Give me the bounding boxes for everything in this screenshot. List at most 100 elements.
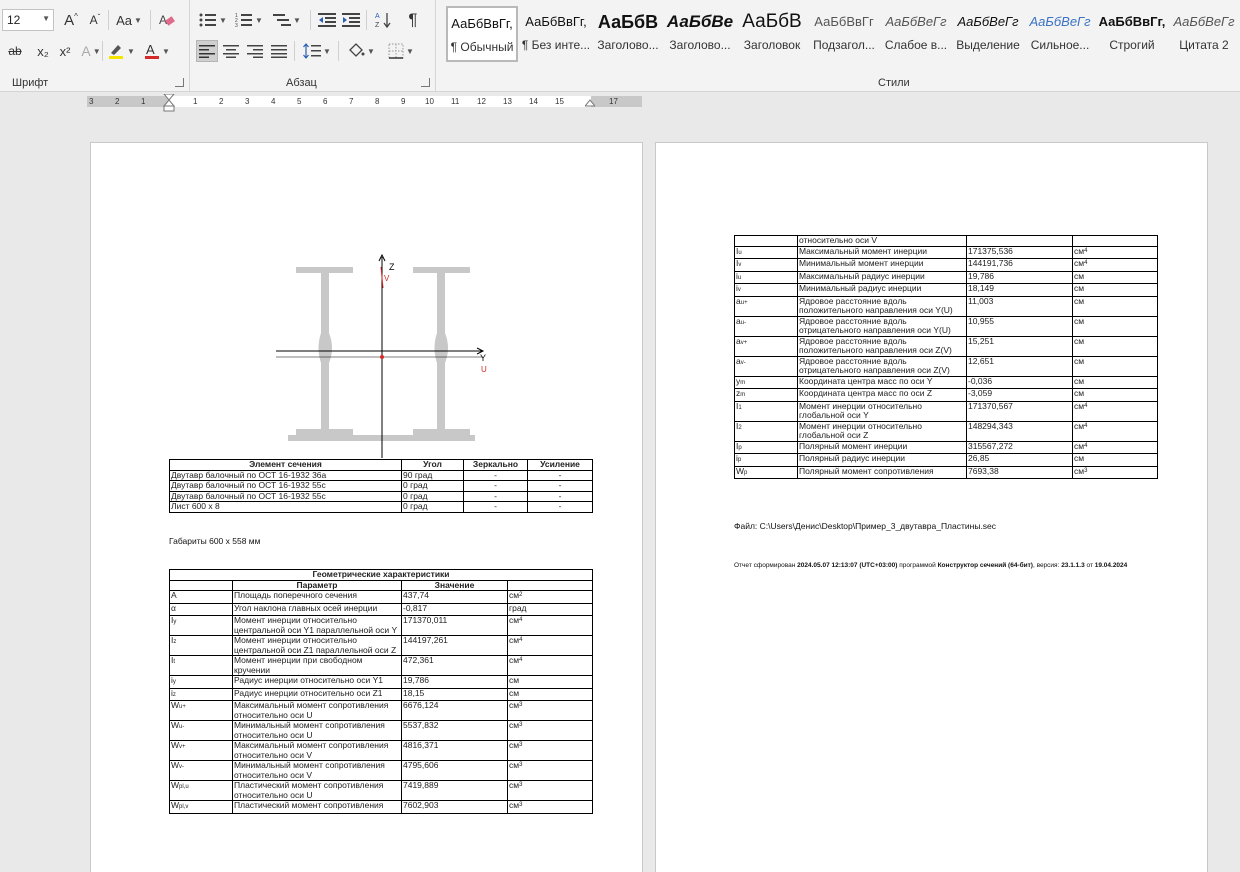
change-case-button[interactable]: Aa ▼ bbox=[114, 9, 144, 31]
style-normal[interactable]: АаБбВвГг, ¶ Обычный bbox=[446, 6, 518, 62]
borders-button[interactable]: ▼ bbox=[384, 40, 418, 62]
align-left-button[interactable] bbox=[196, 40, 218, 62]
table-row: Iu Максимальный момент инерции 171375,536 с… bbox=[734, 245, 1158, 259]
symbol-subscript: pl,u bbox=[179, 784, 189, 790]
style-preview: АаБбВеГг bbox=[1173, 14, 1235, 29]
style-subtitle[interactable]: АаБбВвГг Подзагол... bbox=[808, 6, 880, 62]
ruler-number: 15 bbox=[555, 97, 564, 106]
table-cell: - bbox=[463, 480, 528, 492]
table-cell: Двутавр балочный по ОСТ 16-1932 36а bbox=[169, 469, 402, 481]
svg-text:3: 3 bbox=[235, 23, 238, 28]
numbering-button[interactable]: 1 2 3 ▼ bbox=[232, 9, 266, 31]
multilevel-list-button[interactable]: ▼ bbox=[270, 9, 304, 31]
style-no-spacing[interactable]: АаБбВвГг, ¶ Без инте... bbox=[520, 6, 592, 62]
style-name: Строгий bbox=[1109, 38, 1155, 52]
unit-text: см bbox=[509, 688, 520, 698]
value-cell: 7419,889 bbox=[401, 780, 508, 801]
unit-cell: см bbox=[1072, 355, 1158, 377]
unit-power: 4 bbox=[1084, 402, 1088, 409]
styles-group-label: Стили bbox=[878, 77, 910, 89]
align-right-button[interactable] bbox=[244, 40, 266, 62]
symbol-subscript: u+ bbox=[740, 299, 748, 306]
style-name: Подзагол... bbox=[813, 38, 875, 52]
bullets-button[interactable]: ▼ bbox=[196, 9, 230, 31]
highlight-color-button[interactable]: ▼ bbox=[106, 40, 136, 62]
sort-button[interactable]: AZ bbox=[372, 9, 394, 31]
font-dialog-launcher[interactable] bbox=[175, 78, 184, 87]
symbol-subscript: v- bbox=[179, 764, 185, 770]
style-intense-emphasis[interactable]: АаБбВеГг Сильное... bbox=[1024, 6, 1096, 62]
increase-indent-button[interactable] bbox=[340, 9, 362, 31]
unit-cell: см4 bbox=[507, 615, 593, 636]
symbol-subscript: y bbox=[172, 679, 176, 685]
font-color-button[interactable]: A ▼ bbox=[142, 40, 172, 62]
value-cell: 7602,903 bbox=[401, 800, 508, 814]
align-center-button[interactable] bbox=[220, 40, 242, 62]
justify-button[interactable] bbox=[268, 40, 290, 62]
symbol-cell: Wpl,v bbox=[169, 800, 233, 814]
table-row: av- Ядровое расстояние вдоль отрицательно… bbox=[734, 355, 1158, 377]
parameter-cell: Минимальный момент сопротивления относит… bbox=[232, 760, 402, 781]
table-cell: - bbox=[463, 469, 528, 481]
ruler-number: 6 bbox=[323, 97, 328, 106]
unit-cell: см bbox=[1072, 283, 1158, 297]
table-row: zm Координата центра масс по оси Z -3,059 с… bbox=[734, 388, 1158, 402]
parameter-cell: Минимальный момент сопротивления относит… bbox=[232, 720, 402, 741]
style-strong[interactable]: АаБбВвГг, Строгий bbox=[1096, 6, 1168, 62]
report-program: Конструктор сечений (64-бит) bbox=[937, 562, 1033, 569]
file-path-text: Файл: C:\Users\Денис\Desktop\Пример_3_дв… bbox=[734, 521, 997, 531]
superscript-button[interactable]: x² bbox=[56, 40, 74, 62]
style-subtle-emphasis[interactable]: АаБбВеГг Слабое в... bbox=[880, 6, 952, 62]
line-spacing-button[interactable]: ▼ bbox=[300, 40, 334, 62]
horizontal-ruler[interactable]: 3 2 1 1 2 3 4 5 6 7 8 9 10 11 12 13 14 1… bbox=[87, 94, 642, 112]
style-preview: АаБбВвГг bbox=[814, 14, 874, 29]
grow-font-button[interactable]: A ^ bbox=[62, 9, 80, 31]
symbol-subscript: pl,v bbox=[179, 804, 189, 810]
document-page-1[interactable]: Z V Y U Элемент сечения Угол Зеркально У… bbox=[90, 142, 643, 872]
unit-text: град bbox=[509, 603, 527, 613]
parameter-cell: Момент инерции при свободном кручении bbox=[232, 655, 402, 676]
style-heading-1[interactable]: АаБбВ Заголово... bbox=[592, 6, 664, 62]
parameter-cell: Максимальный радиус инерции bbox=[797, 270, 967, 284]
style-heading-2[interactable]: АаБбВе Заголово... bbox=[664, 6, 736, 62]
ruler-number: 3 bbox=[245, 97, 250, 106]
document-page-2[interactable]: относительно оси V Iu Максимальный момент … bbox=[655, 142, 1208, 872]
grow-font-icon: A bbox=[64, 11, 75, 29]
table-cell: - bbox=[527, 501, 593, 513]
shading-button[interactable]: ▼ bbox=[344, 40, 378, 62]
symbol-subscript: 1 bbox=[738, 404, 742, 411]
unit-power: 4 bbox=[519, 637, 523, 643]
style-title[interactable]: АаБбВ Заголовок bbox=[736, 6, 808, 62]
decrease-indent-button[interactable] bbox=[316, 9, 338, 31]
unit-text: см bbox=[1074, 258, 1085, 268]
symbol-subscript: y bbox=[173, 619, 177, 625]
paint-bucket-icon bbox=[349, 43, 365, 57]
parameter-cell: Полярный момент инерции bbox=[797, 440, 967, 454]
shrink-font-button[interactable]: Aˇ bbox=[86, 9, 104, 31]
font-size-value: 12 bbox=[7, 13, 21, 27]
paragraph-dialog-launcher[interactable] bbox=[421, 78, 430, 87]
symbol-subscript: p bbox=[738, 444, 742, 451]
style-quote-2[interactable]: АаБбВеГг Цитата 2 bbox=[1168, 6, 1240, 62]
table-cell: - bbox=[527, 469, 593, 481]
unit-power: 4 bbox=[1084, 260, 1088, 266]
ribbon: 12 ▼ A ^ Aˇ Aa ▼ A ab x₂ x² A ▼ ▼ A ▼ Шр… bbox=[0, 0, 1240, 92]
indent-marker-icon[interactable] bbox=[163, 94, 175, 112]
style-emphasis[interactable]: АаБбВеГг Выделение bbox=[952, 6, 1024, 62]
subscript-button[interactable]: x₂ bbox=[34, 40, 52, 62]
decrease-indent-icon bbox=[318, 13, 336, 27]
text-effects-button[interactable]: A ▼ bbox=[80, 40, 102, 62]
column-header: Параметр bbox=[232, 579, 402, 591]
clear-formatting-button[interactable]: A bbox=[156, 9, 178, 31]
parameter-cell: Момент инерции относительно центральной … bbox=[232, 615, 402, 636]
unit-text: см bbox=[509, 615, 520, 625]
table-title: Геометрические характеристики bbox=[169, 569, 593, 581]
symbol-text: W bbox=[171, 780, 180, 790]
symbol-cell: Wpl,u bbox=[169, 780, 233, 801]
show-formatting-button[interactable]: ¶ bbox=[402, 9, 424, 31]
font-size-combobox[interactable]: 12 ▼ bbox=[2, 9, 54, 31]
table-cell: Двутавр балочный по ОСТ 16-1932 55с bbox=[169, 490, 402, 502]
right-indent-marker-icon[interactable] bbox=[585, 98, 595, 107]
parameter-cell: Ядровое расстояние вдоль положительного … bbox=[797, 335, 967, 357]
value-cell: 5537,832 bbox=[401, 720, 508, 741]
